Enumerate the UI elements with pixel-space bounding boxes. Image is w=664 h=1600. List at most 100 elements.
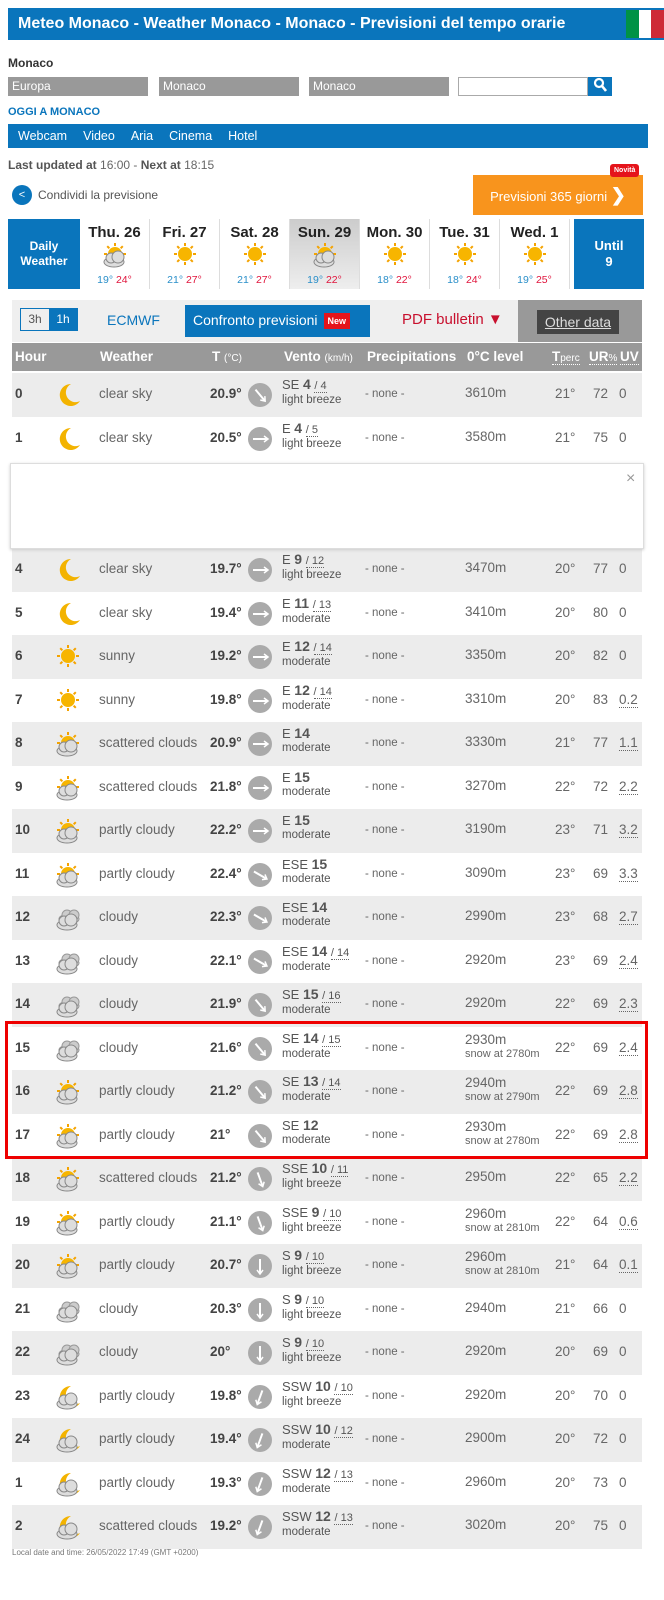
wind-direction-icon <box>248 1210 272 1235</box>
weather-desc: sunny <box>99 648 136 663</box>
sunny-icon <box>383 243 406 265</box>
day-tab[interactable]: Thu. 26 19° 24° <box>80 219 150 289</box>
temperature: 20.9° <box>210 735 242 750</box>
uv-index[interactable]: 0.6 <box>619 1214 638 1230</box>
day-tab[interactable]: Fri. 27 21° 27° <box>150 219 220 289</box>
daily-weather-button[interactable]: Daily Weather <box>8 219 80 289</box>
perceived-temp: 20° <box>555 1431 576 1446</box>
wind-speed: 15 <box>294 812 310 828</box>
hour: 24 <box>15 1431 31 1446</box>
nav-cinema[interactable]: Cinema <box>169 129 212 143</box>
table-row: 21 cloudy 20.3° S 9 / 10 light breeze - none … <box>12 1287 642 1331</box>
italian-flag-icon[interactable] <box>626 10 664 38</box>
uv-index: 0 <box>619 386 627 401</box>
temperature: 21.1° <box>210 1213 242 1229</box>
cloud-icon <box>56 1344 80 1366</box>
tab-ecmwf[interactable]: ECMWF <box>107 312 160 328</box>
other-data-button[interactable]: Other data <box>537 310 619 334</box>
weather-desc: clear sky <box>99 429 153 445</box>
uv-index[interactable]: 1.1 <box>619 735 638 751</box>
uv-index[interactable]: 2.2 <box>619 1170 638 1186</box>
day-name: Sat. 28 <box>230 224 279 241</box>
wind-gust: 10 <box>311 1251 325 1263</box>
day-tab[interactable]: Tue. 31 18° 24° <box>430 219 500 289</box>
nav-aria[interactable]: Aria <box>131 129 153 143</box>
nav-webcam[interactable]: Webcam <box>18 129 67 143</box>
min-temp: 19° <box>307 274 324 286</box>
uv-index[interactable]: 2.2 <box>619 779 638 795</box>
uv-index: 0 <box>619 1387 627 1403</box>
wind-dir: SSW <box>282 1378 312 1394</box>
day-tab[interactable]: Sat. 28 21° 27° <box>220 219 290 289</box>
precipitation: - none - <box>365 1433 405 1445</box>
uv-index[interactable]: 3.3 <box>619 866 638 882</box>
freezing-level: 2940m <box>465 1300 506 1315</box>
day-tab[interactable]: Mon. 30 18° 22° <box>360 219 430 289</box>
tab-confronto-previsioni[interactable]: Confronto previsioni New <box>185 305 370 337</box>
level-value: 2900m <box>465 1430 507 1445</box>
nav-video[interactable]: Video <box>83 129 115 143</box>
freezing-level: 2990m <box>465 909 506 923</box>
precipitation: - none - <box>365 954 405 967</box>
continent-select[interactable]: Europa <box>8 77 148 96</box>
freezing-level: 3470m <box>465 561 506 575</box>
wind-dir: E <box>282 595 291 611</box>
uv-index[interactable]: 3.2 <box>619 822 638 838</box>
col-uv: UV <box>620 349 639 365</box>
weather-desc: cloudy <box>99 996 139 1011</box>
uv-index[interactable]: 2.7 <box>619 909 638 925</box>
close-ad-icon[interactable]: × <box>626 470 635 488</box>
temperature: 22.3° <box>210 909 242 924</box>
table-row: 12 cloudy 22.3° ESE 14 moderate - none - 2990m… <box>12 896 642 940</box>
nav-hotel[interactable]: Hotel <box>228 129 257 143</box>
snow-level: snow at 2810m <box>465 1265 540 1277</box>
humidity: 72 <box>593 386 609 401</box>
wind-desc: moderate <box>282 699 331 712</box>
sunny-icon <box>173 243 196 265</box>
level-value: 3090m <box>465 864 507 880</box>
humidity: 64 <box>593 1213 609 1229</box>
share-icon: < <box>12 185 32 205</box>
uv-index[interactable]: 0.1 <box>619 1257 638 1273</box>
last-updated-label: Last updated at <box>8 158 97 172</box>
wind-desc: moderate <box>282 742 331 754</box>
wind-info: E 4 / 5 light breeze <box>282 419 342 450</box>
oggi-link[interactable]: OGGI A MONACO <box>8 106 100 118</box>
table-row: 1 partly cloudy 19.3° SSW 12 / 13 moderate - … <box>12 1461 642 1505</box>
city-select[interactable]: Monaco <box>309 77 449 96</box>
perceived-temp: 23° <box>555 909 576 924</box>
tab-3h[interactable]: 3h <box>21 309 49 330</box>
wind-dir: ESE <box>282 900 309 915</box>
country-select[interactable]: Monaco <box>159 77 299 96</box>
wind-info: S 9 / 10 light breeze <box>282 1247 342 1277</box>
temperature: 22.4° <box>210 865 242 881</box>
uv-index[interactable]: 2.4 <box>619 953 638 969</box>
temperature: 19.2° <box>210 648 242 663</box>
wind-gust: 11 <box>336 1164 349 1176</box>
weather-desc: sunny <box>99 691 136 707</box>
wind-info: SSE 10 / 11 light breeze <box>282 1160 349 1190</box>
search-input[interactable] <box>458 77 588 96</box>
hour: 20 <box>15 1257 31 1272</box>
uv-index[interactable]: 0.2 <box>619 692 638 708</box>
table-row: 8 scattered clouds 20.9° E 14 moderate - none… <box>12 722 642 766</box>
search-button[interactable] <box>588 77 612 96</box>
wind-direction-icon <box>248 645 272 669</box>
perceived-temp: 23° <box>555 822 576 837</box>
precipitation: - none - <box>365 650 405 662</box>
uv-index[interactable]: 2.3 <box>619 996 638 1012</box>
humidity: 70 <box>593 1387 609 1403</box>
share-button[interactable]: < Condividi la previsione <box>12 185 158 205</box>
until-button[interactable]: Until 9 <box>574 219 644 289</box>
day-tab[interactable]: Sun. 29 19° 22° <box>290 219 360 289</box>
pdf-bulletin-button[interactable]: PDF bulletin ▼ <box>402 311 503 328</box>
tab-1h[interactable]: 1h <box>49 309 77 330</box>
freezing-level: 3270m <box>465 778 506 793</box>
wind-info: SSW 10 / 10 light breeze <box>282 1377 353 1408</box>
cloud-icon <box>56 953 80 974</box>
wind-info: ESE 15 moderate <box>282 857 331 886</box>
level-value: 3470m <box>465 560 507 575</box>
day-tab[interactable]: Wed. 1 19° 25° <box>500 219 570 289</box>
365-days-button[interactable]: Previsioni 365 giorni ❯ <box>473 175 643 215</box>
level-value: 3350m <box>465 647 507 662</box>
